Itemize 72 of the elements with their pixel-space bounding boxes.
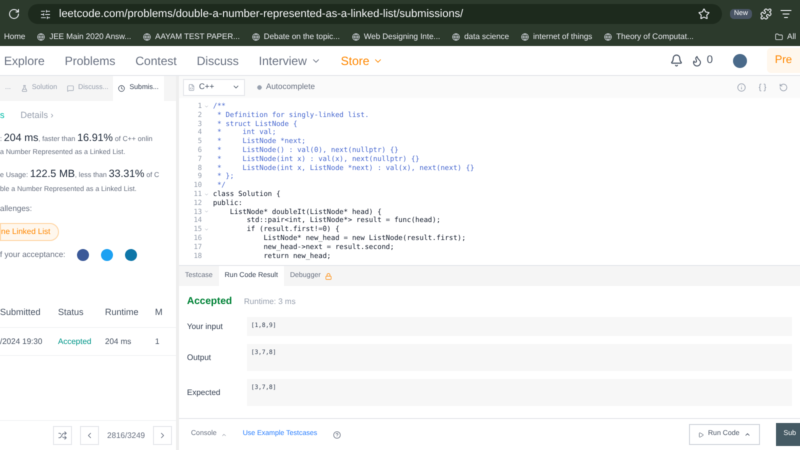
bookmark-item[interactable]: AAYAM TEST PAPER... (143, 31, 240, 43)
nav-link[interactable]: Contest (135, 52, 177, 70)
globe-icon (521, 33, 530, 41)
caret-icon (744, 431, 751, 438)
column-header: M (155, 306, 164, 319)
globe-icon (452, 33, 460, 41)
twitter-icon[interactable] (101, 249, 114, 261)
notification-bell-icon[interactable] (670, 54, 683, 67)
speech-bubble-icon (67, 85, 74, 92)
globe-icon (252, 33, 260, 41)
language-select[interactable]: C++ (183, 78, 245, 96)
bookmark-item[interactable]: Debate on the topic... (252, 31, 340, 43)
nav-link[interactable]: Explore (4, 52, 45, 70)
chevron-right-icon (158, 431, 167, 440)
column-header: Submitted (0, 306, 42, 319)
shuffle-button[interactable] (53, 426, 72, 445)
braces-icon[interactable] (758, 82, 767, 92)
help-icon[interactable] (333, 430, 342, 438)
facebook-icon[interactable] (77, 249, 90, 261)
nav-link[interactable]: Interview (258, 52, 321, 70)
nav-link[interactable]: Problems (64, 52, 116, 70)
bookmark-item[interactable]: JEE Main 2020 Answ... (37, 31, 132, 43)
bookmark-item[interactable]: Home (4, 31, 26, 43)
extensions-icon[interactable] (760, 8, 772, 20)
status-text: s (0, 109, 4, 122)
address-bar[interactable]: leetcode.com/problems/double-a-number-represented-as-a-linked-list/submissions/ (28, 4, 722, 24)
bookmark-item[interactable]: Web Designing Inte... (352, 31, 440, 43)
linkedin-icon[interactable] (125, 249, 138, 261)
bookmark-star-icon[interactable] (698, 8, 710, 20)
lock-icon (324, 272, 332, 280)
menu-icon[interactable] (780, 8, 792, 20)
avatar-icon[interactable] (732, 54, 747, 68)
share-label: f your acceptance: (0, 249, 66, 261)
bookmark-item[interactable]: internet of things (521, 31, 592, 43)
table-cell-text: Accepted (58, 336, 92, 348)
dot-icon (257, 84, 262, 90)
globe-icon (37, 33, 46, 41)
nav-link[interactable]: Discuss (196, 52, 239, 70)
table-cell-text: /2024 19:30 (0, 336, 44, 348)
autocomplete-toggle[interactable]: Autocomplete (257, 81, 315, 93)
flask-icon (20, 85, 28, 92)
shuffle-icon (58, 431, 68, 440)
table-cell-text: 1 (155, 336, 160, 348)
flame-icon (690, 54, 703, 66)
streak-counter[interactable]: 0 (690, 52, 713, 69)
field-label: Expected (187, 386, 222, 398)
play-icon (698, 432, 704, 438)
all-bookmarks-item[interactable]: All (775, 31, 796, 43)
bookmark-item[interactable]: data science (452, 31, 510, 43)
clock-icon (118, 85, 126, 92)
result-status: Accepted (187, 295, 232, 309)
field-label: Your input (187, 320, 224, 332)
globe-icon (604, 33, 612, 41)
reload-icon[interactable] (8, 8, 20, 20)
table-cell-text: 204 ms (105, 336, 132, 348)
globe-icon (143, 33, 152, 41)
file-code-icon (188, 84, 195, 90)
info-icon[interactable] (737, 82, 746, 92)
url-text: leetcode.com/problems/double-a-number-represented-as-a-linked-list/submissions/ (59, 6, 464, 22)
column-header: Runtime (105, 306, 140, 319)
field-label: Output (187, 352, 212, 364)
chevron-down-icon (232, 83, 240, 91)
globe-icon (352, 33, 360, 41)
site-info-icon[interactable] (40, 8, 51, 20)
challenges-label: allenges: (0, 203, 34, 215)
bookmark-item[interactable]: Theory of Computat... (604, 31, 694, 43)
problem-counter: 2816/3249 (107, 430, 145, 442)
column-header: Status (58, 306, 85, 319)
runtime-text: Runtime: 3 ms (244, 296, 296, 308)
folder-icon (775, 33, 784, 41)
reset-icon[interactable] (779, 82, 788, 92)
caret-icon (220, 432, 227, 438)
